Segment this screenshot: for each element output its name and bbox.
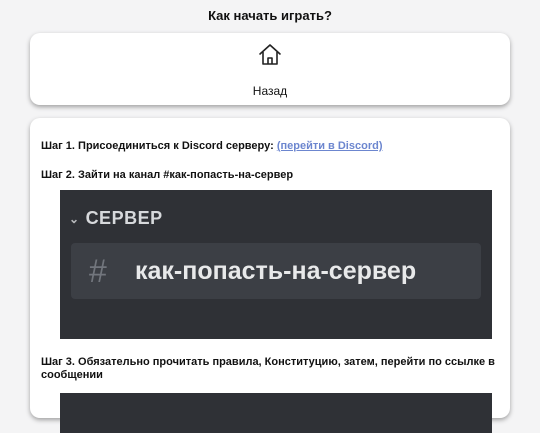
chevron-down-icon: ⌄ — [69, 211, 80, 226]
back-label: Назад — [252, 84, 288, 98]
step-1: Шаг 1. Присоединиться к Discord серверу:… — [41, 140, 501, 153]
channel-name: как-попасть-на-сервер — [135, 257, 417, 285]
step-2: Шаг 2. Зайти на канал #как-попасть-на-се… — [41, 169, 294, 181]
back-button[interactable]: Назад — [30, 33, 510, 105]
page-title: Как начать играть? — [208, 8, 332, 23]
instructions-card: Шаг 1. Присоединиться к Discord серверу:… — [30, 118, 510, 433]
discord-screenshot: ⌄ СЕРВЕР # как-попасть-на-сервер — [60, 190, 492, 339]
step-1-text: Шаг 1. Присоединиться к Discord серверу: — [41, 140, 277, 152]
step-3: Шаг 3. Обязательно прочитать правила, Ко… — [41, 356, 495, 381]
hash-icon: # — [89, 253, 107, 289]
channel-row: # как-попасть-на-сервер — [71, 243, 481, 299]
server-header-label: СЕРВЕР — [85, 208, 163, 228]
server-header: ⌄ СЕРВЕР — [69, 208, 163, 229]
discord-screenshot-2 — [60, 393, 492, 433]
discord-link[interactable]: (перейти в Discord) — [277, 140, 383, 152]
home-icon — [259, 44, 281, 65]
